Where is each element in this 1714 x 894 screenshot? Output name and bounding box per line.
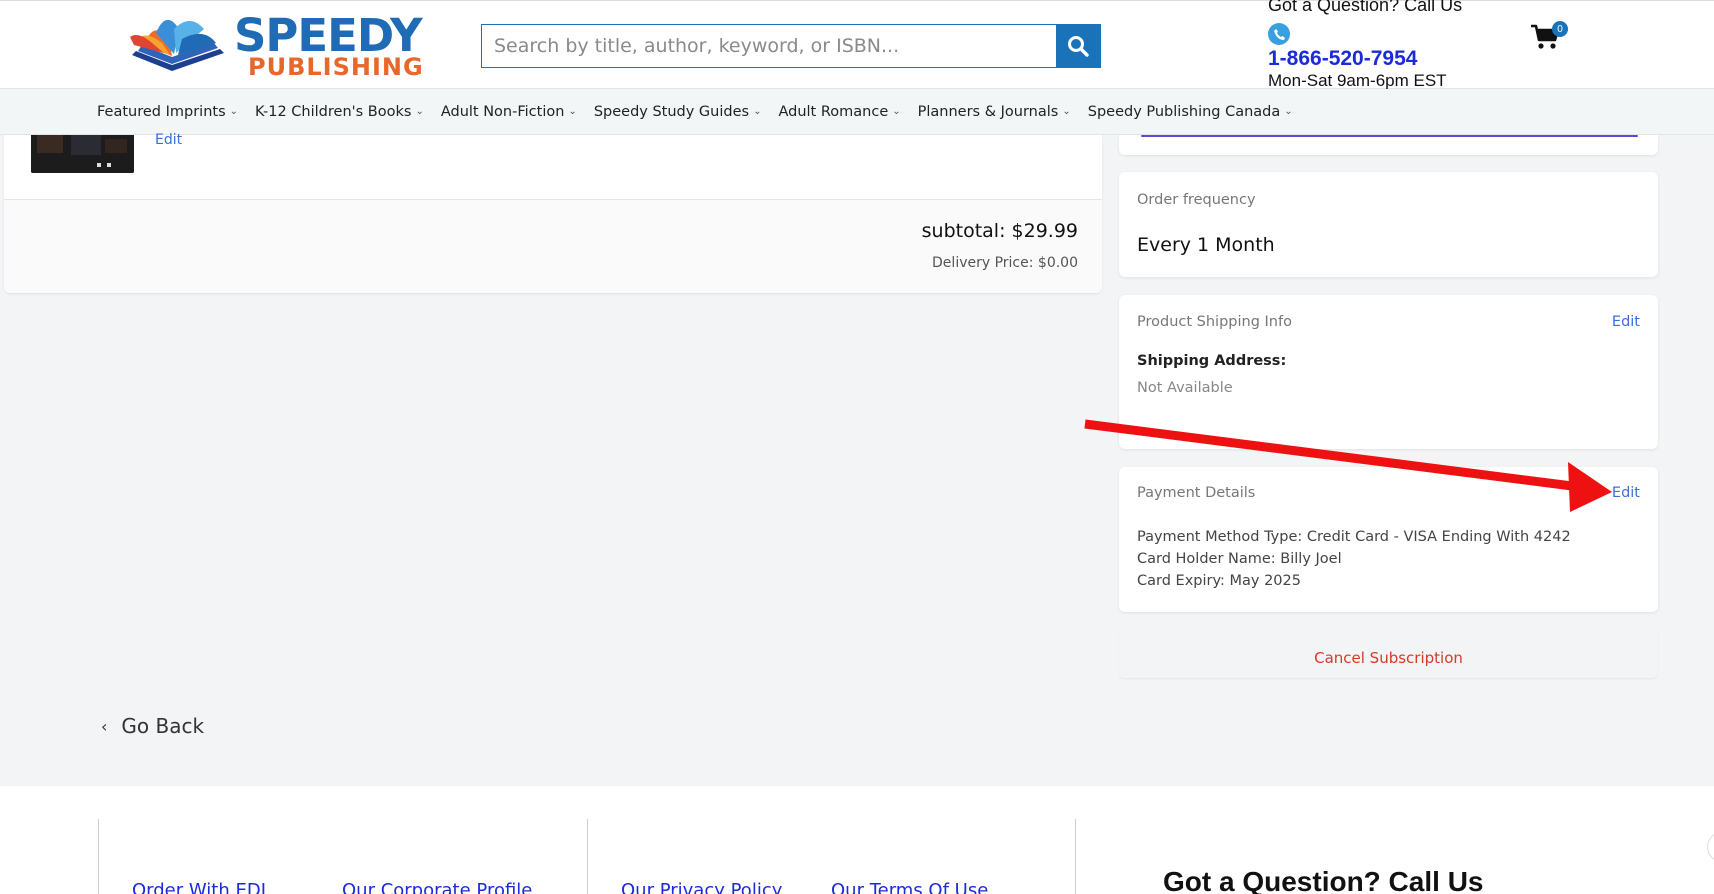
product-thumbnail [31, 135, 134, 173]
contact-block: Got a Question? Call Us 1-866-520-7954 M… [1268, 0, 1508, 91]
phone-number-link[interactable]: 1-866-520-7954 [1268, 47, 1508, 71]
payment-edit-link[interactable]: Edit [1612, 485, 1640, 501]
card-holder-text: Card Holder Name: Billy Joel [1137, 551, 1342, 567]
footer-link-order-with-edi[interactable]: Order With EDI [132, 880, 266, 894]
chevron-down-icon: ⌄ [415, 106, 424, 117]
nav-label: Planners & Journals [917, 103, 1059, 120]
cancel-subscription-button[interactable]: Cancel Subscription [1119, 649, 1658, 667]
nav-label: Adult Romance [778, 103, 889, 120]
previous-card-bottom [1119, 135, 1658, 155]
nav-speedy-publishing-canada[interactable]: Speedy Publishing Canada ⌄ [1088, 104, 1293, 120]
shipping-info-card: Product Shipping Info Edit Shipping Addr… [1119, 295, 1658, 449]
item-edit-link[interactable]: Edit [155, 132, 182, 148]
cancel-subscription-card: Cancel Subscription [1119, 630, 1658, 678]
chevron-down-icon: ⌄ [892, 106, 901, 117]
delivery-price-text: Delivery Price: $0.00 [932, 255, 1078, 271]
nav-featured-imprints[interactable]: Featured Imprints ⌄ [97, 104, 238, 120]
card-accent-line [1141, 135, 1638, 137]
search-button[interactable] [1056, 25, 1100, 67]
contact-question: Got a Question? Call Us [1268, 0, 1463, 15]
nav-label: K-12 Children's Books [255, 103, 412, 120]
nav-adult-non-fiction[interactable]: Adult Non-Fiction ⌄ [441, 104, 577, 120]
nav-speedy-study-guides[interactable]: Speedy Study Guides ⌄ [594, 104, 762, 120]
business-hours: Mon-Sat 9am-6pm EST [1268, 71, 1447, 90]
nav-label: Featured Imprints [97, 103, 226, 120]
search-icon [1068, 36, 1089, 57]
chevron-down-icon: ⌄ [568, 106, 577, 117]
shipping-info-label: Product Shipping Info [1137, 314, 1292, 330]
go-back-label: Go Back [121, 714, 205, 738]
footer-link-corporate-profile[interactable]: Our Corporate Profile [342, 880, 532, 894]
nav-planners-journals[interactable]: Planners & Journals ⌄ [918, 104, 1071, 120]
chevron-down-icon: ⌄ [753, 106, 762, 117]
order-frequency-label: Order frequency [1137, 192, 1256, 208]
nav-adult-romance[interactable]: Adult Romance ⌄ [778, 104, 900, 120]
speedy-publishing-logo[interactable]: SPEEDY PUBLISHING [124, 9, 436, 81]
order-totals-area [4, 200, 1102, 293]
shipping-address-label: Shipping Address: [1137, 353, 1287, 369]
chevron-left-icon: ‹ [101, 716, 108, 736]
payment-method-text: Payment Method Type: Credit Card - VISA … [1137, 529, 1571, 545]
payment-details-card: Payment Details Edit Payment Method Type… [1119, 467, 1658, 612]
go-back-link[interactable]: ‹ Go Back [101, 714, 204, 738]
site-footer: Order With EDI Our Corporate Profile Our… [0, 786, 1714, 894]
shipping-edit-link[interactable]: Edit [1612, 314, 1640, 330]
shipping-address-value: Not Available [1137, 380, 1233, 396]
footer-link-privacy-policy[interactable]: Our Privacy Policy [621, 880, 782, 894]
chevron-down-icon: ⌄ [1284, 106, 1293, 117]
chevron-down-icon: ⌄ [229, 106, 239, 117]
cart-button[interactable]: 0 [1530, 21, 1568, 53]
subtotal-text: subtotal: $29.99 [921, 220, 1078, 242]
book-logo-icon [130, 19, 224, 71]
nav-label: Speedy Study Guides [593, 103, 750, 120]
nav-label: Adult Non-Fiction [440, 103, 565, 120]
nav-label: Speedy Publishing Canada [1087, 103, 1281, 120]
site-header: SPEEDY PUBLISHING Got a Question? Call U… [0, 0, 1714, 91]
phone-icon [1268, 23, 1290, 45]
payment-details-label: Payment Details [1137, 485, 1256, 501]
card-expiry-text: Card Expiry: May 2025 [1137, 573, 1301, 589]
nav-k12-childrens-books[interactable]: K-12 Children's Books ⌄ [255, 104, 424, 120]
order-frequency-card: Order frequency Every 1 Month [1119, 172, 1658, 277]
logo-wordmark-publishing: PUBLISHING [248, 53, 424, 81]
footer-divider [98, 819, 99, 894]
order-frequency-value: Every 1 Month [1137, 234, 1275, 256]
search-bar [481, 24, 1101, 68]
order-items-card: Edit subtotal: $29.99 Delivery Price: $0… [4, 132, 1102, 293]
footer-link-terms-of-use[interactable]: Our Terms Of Use [831, 880, 988, 894]
main-nav: Featured Imprints ⌄ K-12 Children's Books… [0, 89, 1714, 135]
footer-call-heading: Got a Question? Call Us [1163, 866, 1484, 894]
footer-divider [1075, 819, 1076, 894]
search-input[interactable] [482, 25, 1056, 67]
footer-divider [587, 819, 588, 894]
chevron-down-icon: ⌄ [1062, 106, 1071, 117]
cart-count-badge: 0 [1552, 21, 1568, 37]
